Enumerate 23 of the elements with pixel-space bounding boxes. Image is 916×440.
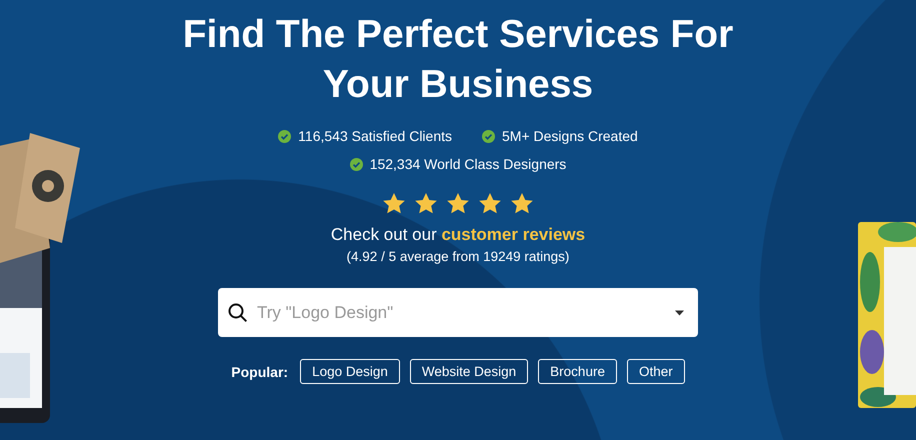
star-icon xyxy=(478,192,502,215)
popular-tag[interactable]: Logo Design xyxy=(300,359,400,384)
reviews-text: Check out our customer reviews xyxy=(330,225,586,245)
star-icon xyxy=(382,192,406,215)
check-icon xyxy=(278,130,292,142)
popular-tag[interactable]: Other xyxy=(626,359,685,384)
caret-icon[interactable] xyxy=(675,310,684,315)
headline: Find The Perfect Services For Your Business xyxy=(182,12,734,108)
reviews-link[interactable]: customer reviews xyxy=(441,225,586,244)
popular-tag[interactable]: Brochure xyxy=(538,359,617,384)
star-icon xyxy=(414,192,438,215)
check-icon xyxy=(350,158,363,170)
search-field[interactable]: Try "Logo Design" xyxy=(218,288,698,337)
stat-text: 5M+ Designs Created xyxy=(502,128,638,144)
popular-tag[interactable]: Website Design xyxy=(410,359,528,384)
stat-text: 152,334 World Class Designers xyxy=(370,156,566,172)
star-icon xyxy=(446,192,470,215)
rating-summary: (4.92 / 5 average from 19249 ratings) xyxy=(346,249,570,264)
star-icon xyxy=(510,192,534,215)
check-icon xyxy=(482,130,496,142)
popular-label: Popular: xyxy=(231,364,288,380)
stat-text: 116,543 Satisfied Clients xyxy=(298,128,452,144)
search-icon xyxy=(228,302,248,322)
